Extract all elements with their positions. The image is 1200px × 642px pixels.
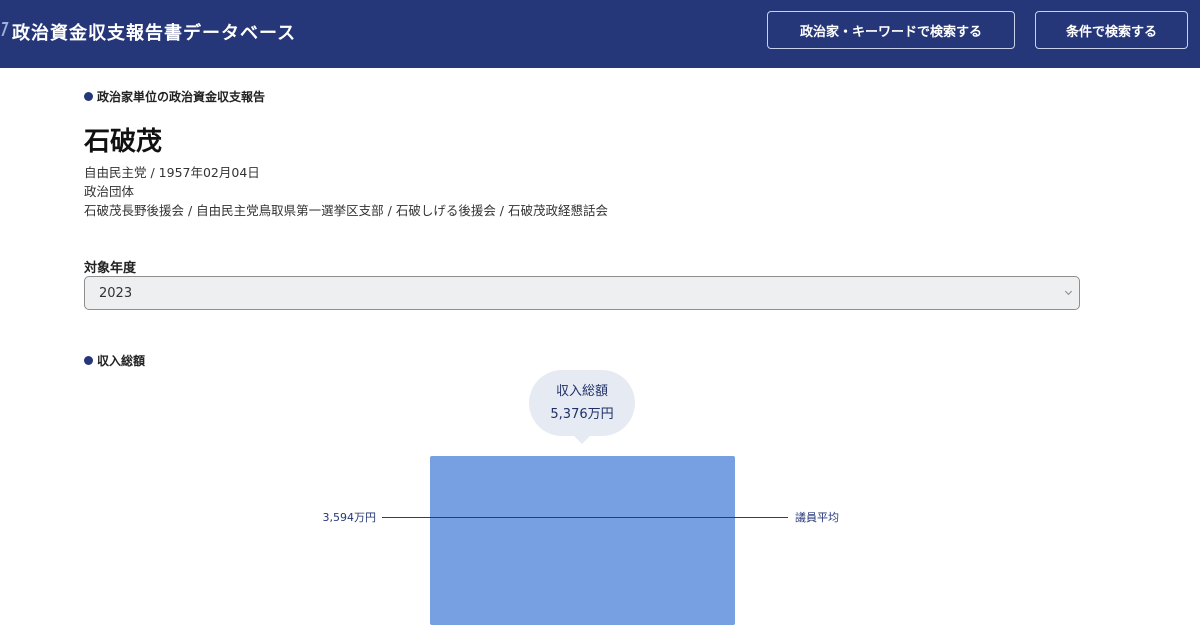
organization-heading: 政治団体: [84, 184, 135, 199]
search-condition-button[interactable]: 条件で検索する: [1035, 11, 1188, 49]
party-and-birth: 自由民主党 / 1957年02月04日: [84, 165, 260, 180]
year-filter-label: 対象年度: [84, 261, 137, 276]
logo-icon: [0, 22, 9, 36]
bubble-tail: [574, 436, 590, 444]
organization-list: 石破茂長野後援会 / 自由民主党鳥取県第一選挙区支部 / 石破しげる後援会 / …: [84, 203, 608, 218]
bullet-dot-icon: [84, 356, 93, 365]
income-section-heading: 収入総額: [84, 352, 145, 369]
year-select[interactable]: 2023: [84, 276, 1080, 310]
year-select-value: 2023: [99, 285, 133, 301]
site-header: 政治資金収支報告書データベース 政治家・キーワードで検索する 条件で検索する: [0, 0, 1200, 68]
income-section-heading-text: 収入総額: [97, 354, 146, 368]
bullet-dot-icon: [84, 92, 93, 101]
income-total-bar: [430, 456, 735, 625]
average-value: 3,594万円: [322, 511, 377, 524]
site-title[interactable]: 政治資金収支報告書データベース: [12, 19, 296, 45]
politician-name: 石破茂: [84, 127, 163, 157]
average-line: [382, 517, 788, 518]
profile-section-heading: 政治家単位の政治資金収支報告: [84, 88, 265, 105]
chevron-down-icon: [1064, 287, 1073, 296]
average-label: 議員平均: [795, 511, 839, 524]
search-keyword-button[interactable]: 政治家・キーワードで検索する: [767, 11, 1015, 49]
income-total-bubble: 収入総額 5,376万円: [529, 370, 635, 436]
income-total-title: 収入総額: [555, 384, 608, 399]
profile-section-heading-text: 政治家単位の政治資金収支報告: [97, 90, 266, 104]
income-total-value: 5,376万円: [550, 407, 614, 422]
